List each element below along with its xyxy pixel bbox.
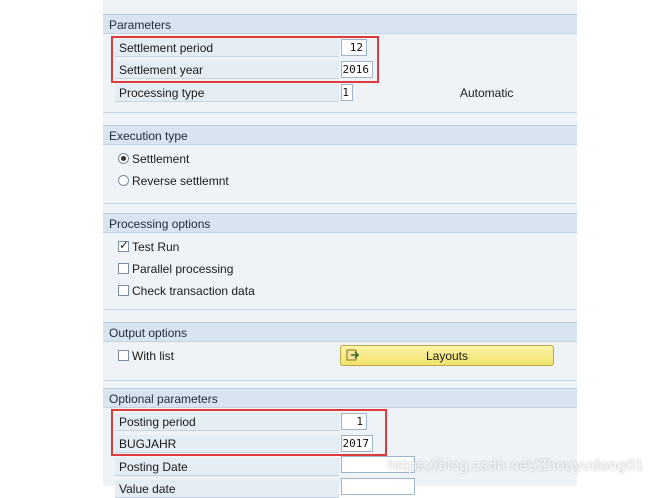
processing-options-section: Processing options ✓ Test Run Parallel p… xyxy=(103,213,577,310)
reverse-settlement-radio-label: Reverse settlemnt xyxy=(132,174,229,188)
reverse-settlement-radio[interactable] xyxy=(118,175,129,186)
optional-parameters-header: Optional parameters xyxy=(103,388,577,408)
execution-type-title: Execution type xyxy=(109,129,188,143)
with-list-checkbox[interactable] xyxy=(118,350,129,361)
execution-type-section: Execution type Settlement Reverse settle… xyxy=(103,125,577,204)
layouts-button[interactable]: Layouts xyxy=(340,345,554,366)
parameters-title: Parameters xyxy=(109,18,172,32)
with-list-label: With list xyxy=(132,349,174,363)
processing-type-label: Processing type xyxy=(115,84,339,102)
execution-type-header: Execution type xyxy=(103,125,577,145)
processing-type-description: Automatic xyxy=(460,86,514,100)
radio-selected-dot xyxy=(121,156,126,161)
parallel-processing-label: Parallel processing xyxy=(132,262,234,276)
highlight-box-settlement xyxy=(111,36,379,83)
checkmark-icon: ✓ xyxy=(119,238,130,252)
output-options-section: Output options With list Layouts xyxy=(103,322,577,381)
value-date-input[interactable] xyxy=(341,478,415,495)
check-transaction-data-checkbox[interactable] xyxy=(118,285,129,296)
test-run-checkbox[interactable]: ✓ xyxy=(118,238,130,252)
watermark: https://blog.csdn.net/Zhouyudong01 xyxy=(388,458,644,474)
check-transaction-data-label: Check transaction data xyxy=(132,284,255,298)
settlement-radio-label: Settlement xyxy=(132,152,190,166)
settlement-radio[interactable] xyxy=(118,153,129,164)
processing-options-title: Processing options xyxy=(109,217,211,231)
parallel-processing-checkbox[interactable] xyxy=(118,263,129,274)
output-options-header: Output options xyxy=(103,322,577,342)
test-run-label: Test Run xyxy=(132,240,180,254)
optional-parameters-title: Optional parameters xyxy=(109,392,218,406)
output-options-title: Output options xyxy=(109,326,188,340)
processing-options-header: Processing options xyxy=(103,213,577,233)
layouts-button-label: Layouts xyxy=(425,349,469,363)
parameters-header: Parameters xyxy=(103,14,577,34)
posting-date-label: Posting Date xyxy=(115,458,339,476)
processing-type-input[interactable]: 1 xyxy=(341,84,353,101)
highlight-box-posting xyxy=(111,409,387,456)
value-date-label: Value date xyxy=(115,480,339,498)
